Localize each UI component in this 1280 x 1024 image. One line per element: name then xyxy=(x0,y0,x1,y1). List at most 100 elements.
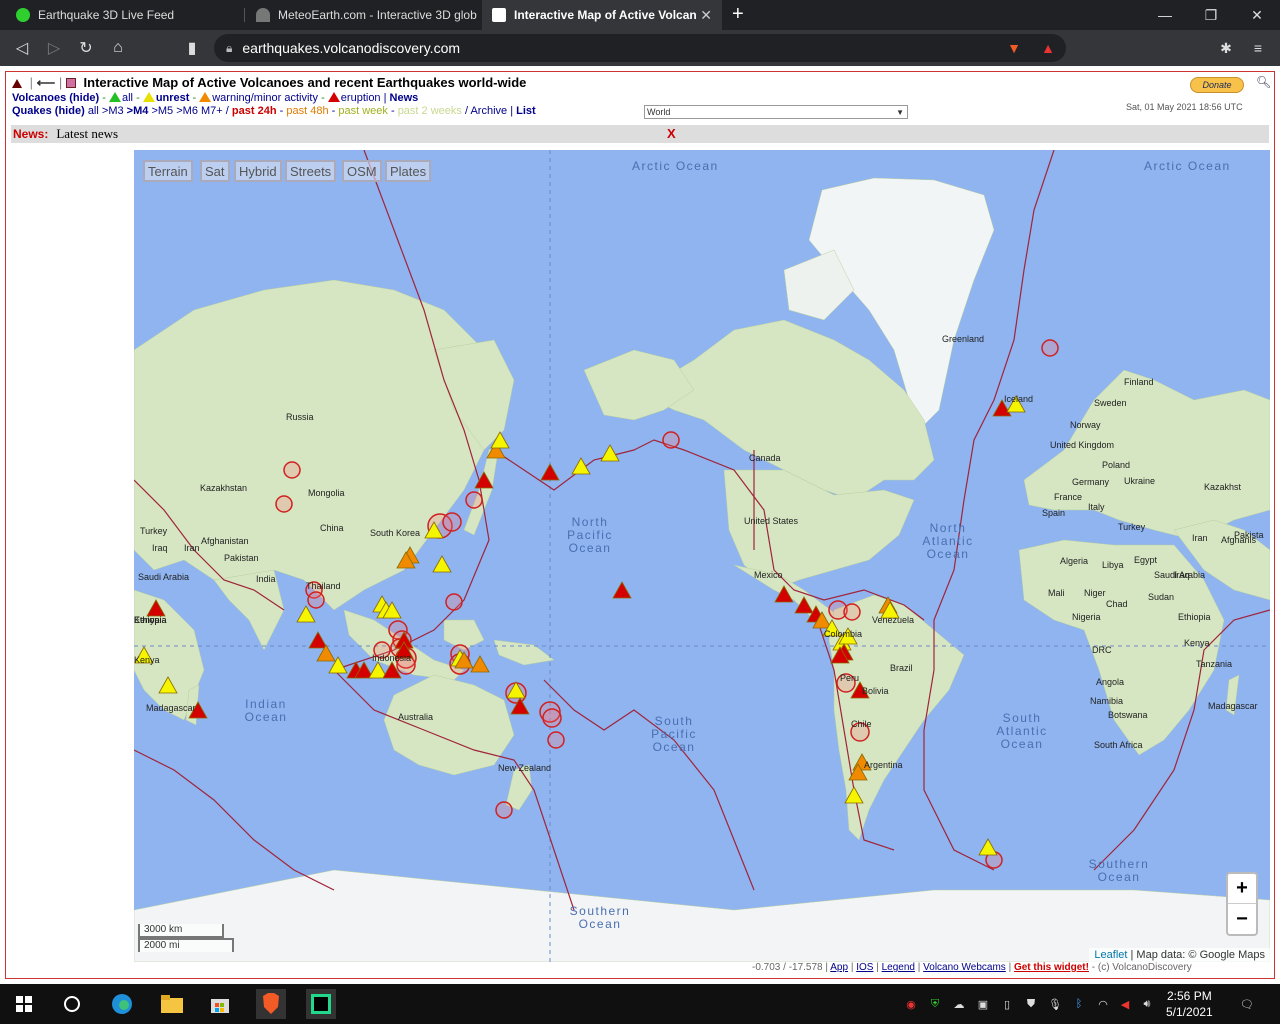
quake-filter-past-week[interactable]: past week xyxy=(338,105,388,117)
microphone-icon[interactable]: 🎙︎ xyxy=(1046,996,1064,1012)
wifi-icon[interactable]: ◠ xyxy=(1094,996,1112,1012)
world-map[interactable]: Terrain Sat Hybrid Streets OSM Plates Ar… xyxy=(134,150,1270,962)
earthquake-marker[interactable] xyxy=(547,731,565,749)
pycharm-icon[interactable] xyxy=(306,989,336,1019)
search-icon[interactable]: 🔍︎ xyxy=(1256,75,1271,89)
home-icon[interactable]: ⌂ xyxy=(106,36,130,60)
news-text[interactable]: Latest news xyxy=(56,126,118,142)
quake-archive-link[interactable]: Archive xyxy=(470,105,507,117)
donate-button[interactable]: Donate xyxy=(1190,77,1244,93)
zoom-out-button[interactable]: − xyxy=(1228,904,1256,934)
brave-browser-icon[interactable] xyxy=(256,989,286,1019)
address-bar[interactable]: 🔒︎ earthquakes.volcanodiscovery.com xyxy=(214,34,1066,62)
close-window-button[interactable]: ✕ xyxy=(1234,0,1280,30)
volcano-marker-unrest[interactable] xyxy=(432,555,452,573)
brave-shields-icon[interactable]: ▼ xyxy=(1004,38,1024,58)
region-select[interactable]: World ▼ xyxy=(644,105,908,119)
volume-icon[interactable]: 🔊︎ xyxy=(1138,996,1156,1012)
volcano-marker-unrest[interactable] xyxy=(600,444,620,462)
get-widget-link[interactable]: Get this widget! xyxy=(1014,962,1089,973)
volcano-filter-all[interactable]: all xyxy=(122,92,133,104)
earthquake-marker[interactable] xyxy=(843,603,861,621)
quake-filter-all[interactable]: all xyxy=(88,105,99,117)
menu-icon[interactable]: ≡ xyxy=(1248,38,1268,58)
notification-icon[interactable]: 🗨︎ xyxy=(1238,996,1256,1012)
volcano-marker-warning[interactable] xyxy=(470,655,490,673)
quake-filter-m5[interactable]: >M5 xyxy=(151,105,173,117)
earthquake-marker[interactable] xyxy=(445,593,463,611)
earthquake-marker[interactable] xyxy=(495,801,513,819)
volcano-icon[interactable] xyxy=(12,79,22,88)
maptype-plates-button[interactable]: Plates xyxy=(385,160,432,182)
ios-link[interactable]: IOS xyxy=(856,962,873,973)
quake-list-link[interactable]: List xyxy=(516,105,536,117)
extensions-icon[interactable]: ✱ xyxy=(1216,38,1236,58)
volcano-news-link[interactable]: News xyxy=(390,92,419,104)
minimize-button[interactable]: — xyxy=(1142,0,1188,30)
maptype-sat-button[interactable]: Sat xyxy=(200,160,230,182)
file-explorer-icon[interactable] xyxy=(160,992,184,1016)
quake-filter-m6[interactable]: >M6 xyxy=(176,105,198,117)
maptype-hybrid-button[interactable]: Hybrid xyxy=(234,160,282,182)
quake-filter-m3[interactable]: >M3 xyxy=(102,105,124,117)
earthquake-marker[interactable] xyxy=(542,708,562,728)
volcano-marker-eruption[interactable] xyxy=(540,463,560,481)
volcano-marker-eruption[interactable] xyxy=(308,631,328,649)
shield-icon[interactable]: ⛨ xyxy=(926,996,944,1012)
tab-meteoearth[interactable]: MeteoEarth.com - Interactive 3D glob xyxy=(246,0,478,30)
earthquake-marker[interactable] xyxy=(662,431,680,449)
search-icon[interactable] xyxy=(60,992,84,1016)
new-tab-button[interactable]: + xyxy=(732,3,744,26)
earthquake-marker[interactable] xyxy=(465,491,483,509)
earthquake-marker[interactable] xyxy=(283,461,301,479)
webcams-link[interactable]: Volcano Webcams xyxy=(923,962,1006,973)
maptype-terrain-button[interactable]: Terrain xyxy=(143,160,193,182)
reload-icon[interactable]: ↻ xyxy=(74,36,98,60)
forward-icon[interactable]: ▷ xyxy=(42,36,66,60)
tab-volcano-map[interactable]: Interactive Map of Active Volcano ✕ xyxy=(482,0,722,30)
cloud-icon[interactable]: ☁ xyxy=(950,996,968,1012)
quake-filter-past-2-weeks[interactable]: past 2 weeks xyxy=(398,105,462,117)
record-icon[interactable]: ◉ xyxy=(902,996,920,1012)
bluetooth-icon[interactable]: ᛒ xyxy=(1070,996,1088,1012)
maptype-osm-button[interactable]: OSM xyxy=(342,160,382,182)
quake-filter-m4[interactable]: >M4 xyxy=(127,105,149,117)
volcano-marker-eruption[interactable] xyxy=(612,581,632,599)
store-icon[interactable] xyxy=(208,992,232,1016)
edge-icon[interactable] xyxy=(110,992,134,1016)
zoom-in-button[interactable]: + xyxy=(1228,874,1256,904)
volcano-filter-warning[interactable]: warning/minor activity xyxy=(212,92,318,104)
earthquake-marker[interactable] xyxy=(275,495,293,513)
news-close-button[interactable]: X xyxy=(667,126,676,141)
security-icon[interactable]: ⛊ xyxy=(1022,996,1040,1012)
volcano-marker-unrest[interactable] xyxy=(978,838,998,856)
close-tab-icon[interactable]: ✕ xyxy=(700,7,712,24)
volcano-marker-unrest[interactable] xyxy=(571,457,591,475)
volcano-marker-unrest[interactable] xyxy=(296,605,316,623)
maptype-streets-button[interactable]: Streets xyxy=(285,160,337,182)
usb-icon[interactable]: ▯ xyxy=(998,996,1016,1012)
quakes-hide-link[interactable]: Quakes (hide) xyxy=(12,105,85,117)
legend-link[interactable]: Legend xyxy=(882,962,915,973)
quake-filter-m7[interactable]: M7+ xyxy=(201,105,223,117)
square-icon[interactable] xyxy=(65,78,76,88)
quake-filter-past48h[interactable]: past 48h xyxy=(286,105,328,117)
device-icon[interactable]: ▣ xyxy=(974,996,992,1012)
alert-icon[interactable]: ◀ xyxy=(1116,996,1134,1012)
earthquake-marker[interactable] xyxy=(1041,339,1059,357)
quake-filter-past24h[interactable]: past 24h xyxy=(232,105,277,117)
volcanoes-hide-link[interactable]: Volcanoes (hide) xyxy=(12,92,99,104)
leaflet-link[interactable]: Leaflet xyxy=(1094,949,1127,961)
brave-rewards-icon[interactable]: ▲ xyxy=(1038,38,1058,58)
taskbar-clock[interactable]: 2:56 PM 5/1/2021 xyxy=(1166,988,1213,1020)
volcano-filter-unrest[interactable]: unrest xyxy=(156,92,190,104)
volcano-filter-eruption[interactable]: eruption xyxy=(341,92,381,104)
earthquake-marker[interactable] xyxy=(307,591,325,609)
windows-start-icon[interactable] xyxy=(12,992,36,1016)
back-icon[interactable]: ◁ xyxy=(10,36,34,60)
ruler-icon[interactable]: ⟵ xyxy=(37,75,56,90)
app-link[interactable]: App xyxy=(830,962,848,973)
tab-earthquake-3d[interactable]: Earthquake 3D Live Feed xyxy=(6,0,242,30)
bookmark-icon[interactable]: ▮ xyxy=(180,36,204,60)
earthquake-marker[interactable] xyxy=(442,512,462,532)
